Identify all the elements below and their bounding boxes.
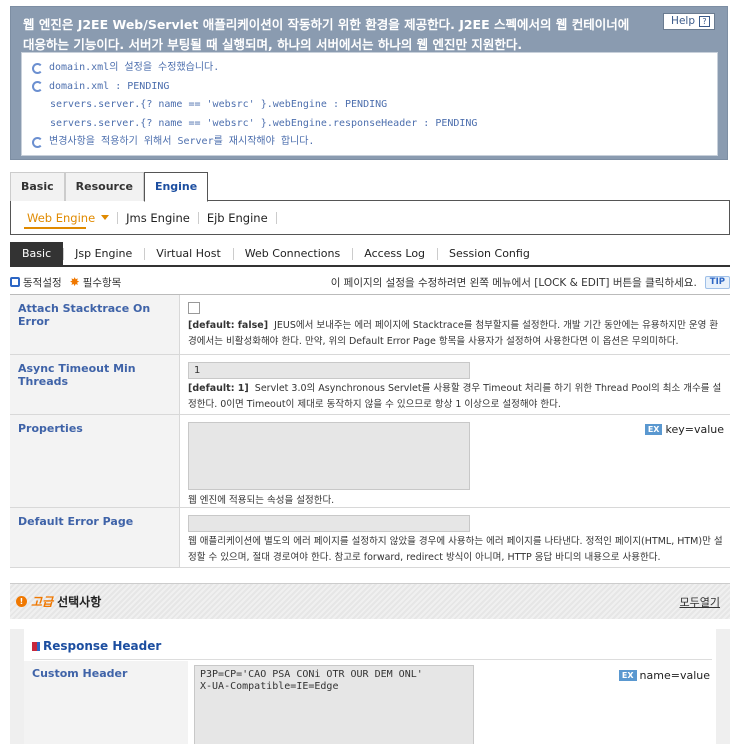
example-icon: EX [618,670,637,681]
engine-sub-menu: Web Engine Jms Engine Ejb Engine [10,201,730,235]
message-line: domain.xml : PENDING [32,78,707,97]
custom-header-textarea[interactable]: P3P=CP='CAO PSA CONi OTR OUR DEM ONL' X-… [194,665,474,744]
field-label: Async Timeout Min Threads [10,355,180,414]
field-content: 웹 애플리케이션에 별도의 에러 페이지를 설정하지 않았을 경우에 사용하는 … [180,508,730,567]
dynamic-setting-icon [10,277,20,287]
field-content: P3P=CP='CAO PSA CONi OTR OUR DEM ONL' X-… [188,661,716,744]
field-content: 웹 엔진에 적용되는 속성을 설정한다. EX key=value [180,415,730,507]
divider [32,659,712,660]
tab-basic[interactable]: Basic [10,172,65,201]
sync-icon [32,136,43,148]
row-async-timeout: Async Timeout Min Threads 1 [default: 1]… [10,355,730,415]
advanced-section-header: ! 고급 선택사항 모두열기 [10,583,730,619]
row-default-error-page: Default Error Page 웹 애플리케이션에 별도의 에러 페이지를… [10,508,730,568]
example-hint: EX name=value [618,669,710,682]
tab-jsp-engine[interactable]: Jsp Engine [63,242,144,265]
field-description: 웹 애플리케이션에 별도의 에러 페이지를 설정하지 않았을 경우에 사용하는 … [188,536,723,563]
field-label: Default Error Page [10,508,180,567]
caret-down-icon [101,215,110,220]
main-tabs: Basic Resource Engine [10,172,730,202]
sync-icon [32,62,43,74]
info-banner: 웹 엔진은 J2EE Web/Servlet 애플리케이션이 작동하기 위한 환… [10,6,728,160]
attach-stacktrace-checkbox[interactable] [188,302,200,314]
banner-line-1: 웹 엔진은 J2EE Web/Servlet 애플리케이션이 작동하기 위한 환… [23,17,630,32]
advanced-tag: 고급 [31,595,54,609]
required-star-icon: ✸ [69,275,80,289]
section-icon [32,641,40,651]
legend-required: ✸ 필수항목 [69,275,122,289]
example-hint: EX key=value [644,423,724,436]
legend-dynamic: 동적설정 [10,275,62,290]
sync-icon [32,81,43,93]
tab-web-connections[interactable]: Web Connections [232,242,352,265]
question-icon: ? [699,16,710,27]
sub-menu-ejb-engine[interactable]: Ejb Engine [199,211,277,224]
tab-web-basic[interactable]: Basic [10,242,64,265]
tab-engine[interactable]: Engine [143,172,209,202]
async-timeout-input[interactable]: 1 [188,362,470,379]
field-description: [default: false] JEUS에서 보내주는 에러 페이지에 Sta… [188,320,719,347]
field-content: 1 [default: 1] Servlet 3.0의 Asynchronous… [180,355,730,414]
default-error-page-input[interactable] [188,515,470,532]
message-line: domain.xml의 설정을 수정했습니다. [32,59,707,78]
tip-badge: TIP [704,275,730,289]
tab-resource[interactable]: Resource [64,172,144,201]
row-attach-stacktrace: Attach Stacktrace On Error [default: fal… [10,295,730,355]
message-line: 변경사항을 적용하기 위해서 Server를 재시작해야 합니다. [32,133,707,152]
response-header-panel: Response Header Custom Header P3P=CP='CA… [24,629,716,744]
help-button[interactable]: Help ? [663,13,715,30]
legend-row: 동적설정 ✸ 필수항목 이 페이지의 설정을 수정하려면 왼쪽 메뉴에서 [LO… [10,274,730,290]
tab-session-config[interactable]: Session Config [437,242,542,265]
field-label: Properties [10,415,180,507]
sub-menu-web-engine[interactable]: Web Engine [19,211,119,224]
message-box: domain.xml의 설정을 수정했습니다. domain.xml : PEN… [21,52,718,156]
web-engine-tabs: Basic Jsp Engine Virtual Host Web Connec… [10,242,730,267]
warning-icon: ! [16,596,27,607]
help-label: Help [671,15,695,27]
field-label: Attach Stacktrace On Error [10,295,180,354]
advanced-title: 선택사항 [57,595,102,609]
response-header-section: Response Header Custom Header P3P=CP='CA… [10,629,730,744]
settings-form: Attach Stacktrace On Error [default: fal… [10,294,730,568]
response-header-title: Response Header [32,639,161,653]
tab-access-log[interactable]: Access Log [352,242,437,265]
field-label: Custom Header [24,661,188,744]
message-line: servers.server.{? name == 'websrc' }.web… [50,117,478,129]
field-content: [default: false] JEUS에서 보내주는 에러 페이지에 Sta… [180,295,730,354]
properties-textarea[interactable] [188,422,470,490]
banner-description: 웹 엔진은 J2EE Web/Servlet 애플리케이션이 작동하기 위한 환… [23,15,663,55]
expand-all-link[interactable]: 모두열기 [680,594,720,610]
row-properties: Properties 웹 엔진에 적용되는 속성을 설정한다. EX key=v… [10,415,730,508]
field-description: 웹 엔진에 적용되는 속성을 설정한다. [188,495,335,506]
example-icon: EX [644,424,663,435]
message-line: servers.server.{? name == 'websrc' }.web… [50,99,388,110]
tab-virtual-host[interactable]: Virtual Host [144,242,233,265]
row-custom-header: Custom Header P3P=CP='CAO PSA CONi OTR O… [24,661,716,744]
active-underline [24,227,86,229]
lock-edit-info: 이 페이지의 설정을 수정하려면 왼쪽 메뉴에서 [LOCK & EDIT] 버… [331,275,730,290]
sub-menu-jms-engine[interactable]: Jms Engine [118,211,199,224]
field-description: [default: 1] Servlet 3.0의 Asynchronous S… [188,383,722,410]
